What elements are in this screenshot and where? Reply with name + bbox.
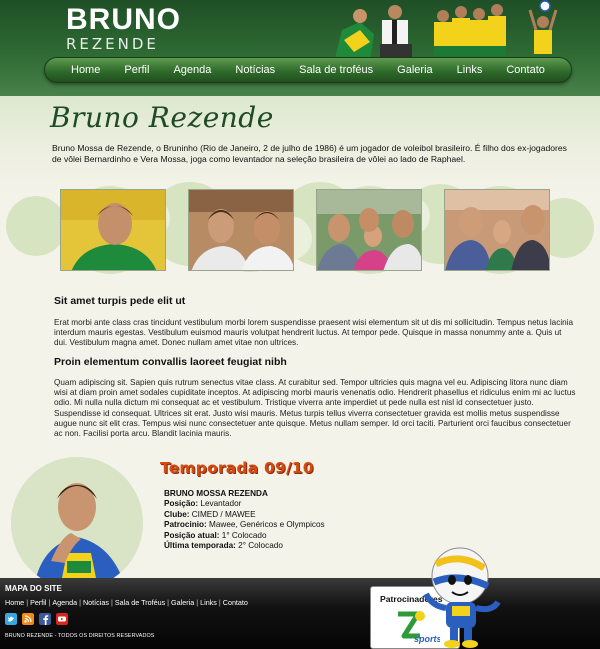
nav-home[interactable]: Home bbox=[71, 57, 100, 83]
footer-link-perfil[interactable]: Perfil bbox=[30, 598, 46, 607]
gallery-photo-3[interactable] bbox=[316, 189, 422, 271]
article-2-text: Quam adipiscing sit. Sapien quis rutrum … bbox=[54, 378, 576, 439]
player-portrait bbox=[9, 455, 145, 591]
player-name: BRUNO MOSSA REZENDA bbox=[164, 489, 268, 498]
player-profile: BRUNO MOSSA REZENDA Posição: Levantador … bbox=[164, 489, 325, 551]
profile-label: Clube: bbox=[164, 509, 190, 519]
nav-galeria[interactable]: Galeria bbox=[397, 57, 432, 83]
profile-label: Posição: bbox=[164, 499, 199, 509]
footer-separator: | bbox=[26, 598, 29, 607]
footer-link-noticias[interactable]: Notícias bbox=[83, 598, 109, 607]
gallery-photo-4[interactable] bbox=[444, 189, 550, 271]
article-1-heading: Sit amet turpis pede elit ut bbox=[54, 295, 186, 307]
gallery-photo-1[interactable] bbox=[60, 189, 166, 271]
profile-label: Patrocinio: bbox=[164, 520, 207, 530]
profile-label: Posição atual: bbox=[164, 530, 220, 540]
nav-agenda[interactable]: Agenda bbox=[173, 57, 211, 83]
profile-row-clube: Clube: CIMED / MAWEE bbox=[164, 510, 325, 520]
main-nav: Home Perfil Agenda Notícias Sala de trof… bbox=[44, 57, 572, 83]
nav-links[interactable]: Links bbox=[457, 57, 483, 83]
footer-separator: | bbox=[48, 598, 51, 607]
youtube-icon[interactable] bbox=[56, 613, 68, 625]
logo-top-text: BRUNO bbox=[66, 3, 181, 36]
nav-sala-de-trofeus[interactable]: Sala de troféus bbox=[299, 57, 373, 83]
profile-value: Levantador bbox=[200, 499, 242, 509]
logo-bottom-text: REZENDE bbox=[66, 35, 159, 53]
profile-label: Última temporada: bbox=[164, 541, 236, 551]
sitemap-title: MAPA DO SITE bbox=[5, 584, 62, 593]
nav-noticias[interactable]: Notícias bbox=[235, 57, 275, 83]
footer-links: Home | Perfil | Agenda | Notícias | Sala de Trof… bbox=[5, 598, 248, 607]
footer-separator: | bbox=[218, 598, 221, 607]
footer-link-home[interactable]: Home bbox=[5, 598, 24, 607]
header-team-photo bbox=[334, 0, 558, 62]
site-logo[interactable]: BRUNO REZENDE bbox=[66, 4, 180, 54]
site-header: BRUNO REZENDE Home Perfil Agenda Notícia… bbox=[0, 0, 600, 96]
footer-separator: | bbox=[79, 598, 81, 607]
gallery-photo-2[interactable] bbox=[188, 189, 294, 271]
twitter-icon[interactable] bbox=[5, 613, 17, 625]
profile-value: 2° Colocado bbox=[238, 541, 283, 551]
profile-value: Mawee, Genéricos e Olympicos bbox=[209, 520, 325, 530]
nav-perfil[interactable]: Perfil bbox=[124, 57, 149, 83]
nav-contato[interactable]: Contato bbox=[506, 57, 545, 83]
profile-row-posicao: Posição: Levantador bbox=[164, 499, 325, 509]
profile-value: 1° Colocado bbox=[221, 530, 267, 540]
footer-link-sala-de-trofeus[interactable]: Sala de Troféus bbox=[115, 598, 165, 607]
footer-link-galeria[interactable]: Galeria bbox=[171, 598, 194, 607]
season-title: Temporada 09/10 bbox=[160, 459, 314, 477]
article-2-heading: Proin elementum convallis laoreet feugia… bbox=[54, 356, 287, 368]
profile-value: CIMED / MAWEE bbox=[191, 509, 256, 519]
footer-separator: | bbox=[196, 598, 199, 607]
article-1-text: Erat morbi ante class cras tincidunt ves… bbox=[54, 318, 574, 348]
footer-link-links[interactable]: Links bbox=[200, 598, 217, 607]
profile-row-posicao-atual: Posição atual: 1° Colocado bbox=[164, 531, 325, 541]
profile-row-ultima-temporada: Última temporada: 2° Colocado bbox=[164, 541, 325, 551]
rss-icon[interactable] bbox=[22, 613, 34, 625]
facebook-icon[interactable] bbox=[39, 613, 51, 625]
footer-separator: | bbox=[167, 598, 170, 607]
profile-row-patrocinio: Patrocinio: Mawee, Genéricos e Olympicos bbox=[164, 520, 325, 530]
copyright-text: BRUNO REZENDE - TODOS OS DIREITOS RESERV… bbox=[5, 633, 155, 639]
page-title: Bruno Rezende bbox=[50, 101, 274, 134]
intro-paragraph: Bruno Mossa de Rezende, o Bruninho (Rio … bbox=[52, 143, 567, 164]
footer-link-agenda[interactable]: Agenda bbox=[52, 598, 77, 607]
volleyball-mascot bbox=[423, 547, 501, 648]
footer-separator: | bbox=[110, 598, 113, 607]
footer-link-contato[interactable]: Contato bbox=[223, 598, 248, 607]
